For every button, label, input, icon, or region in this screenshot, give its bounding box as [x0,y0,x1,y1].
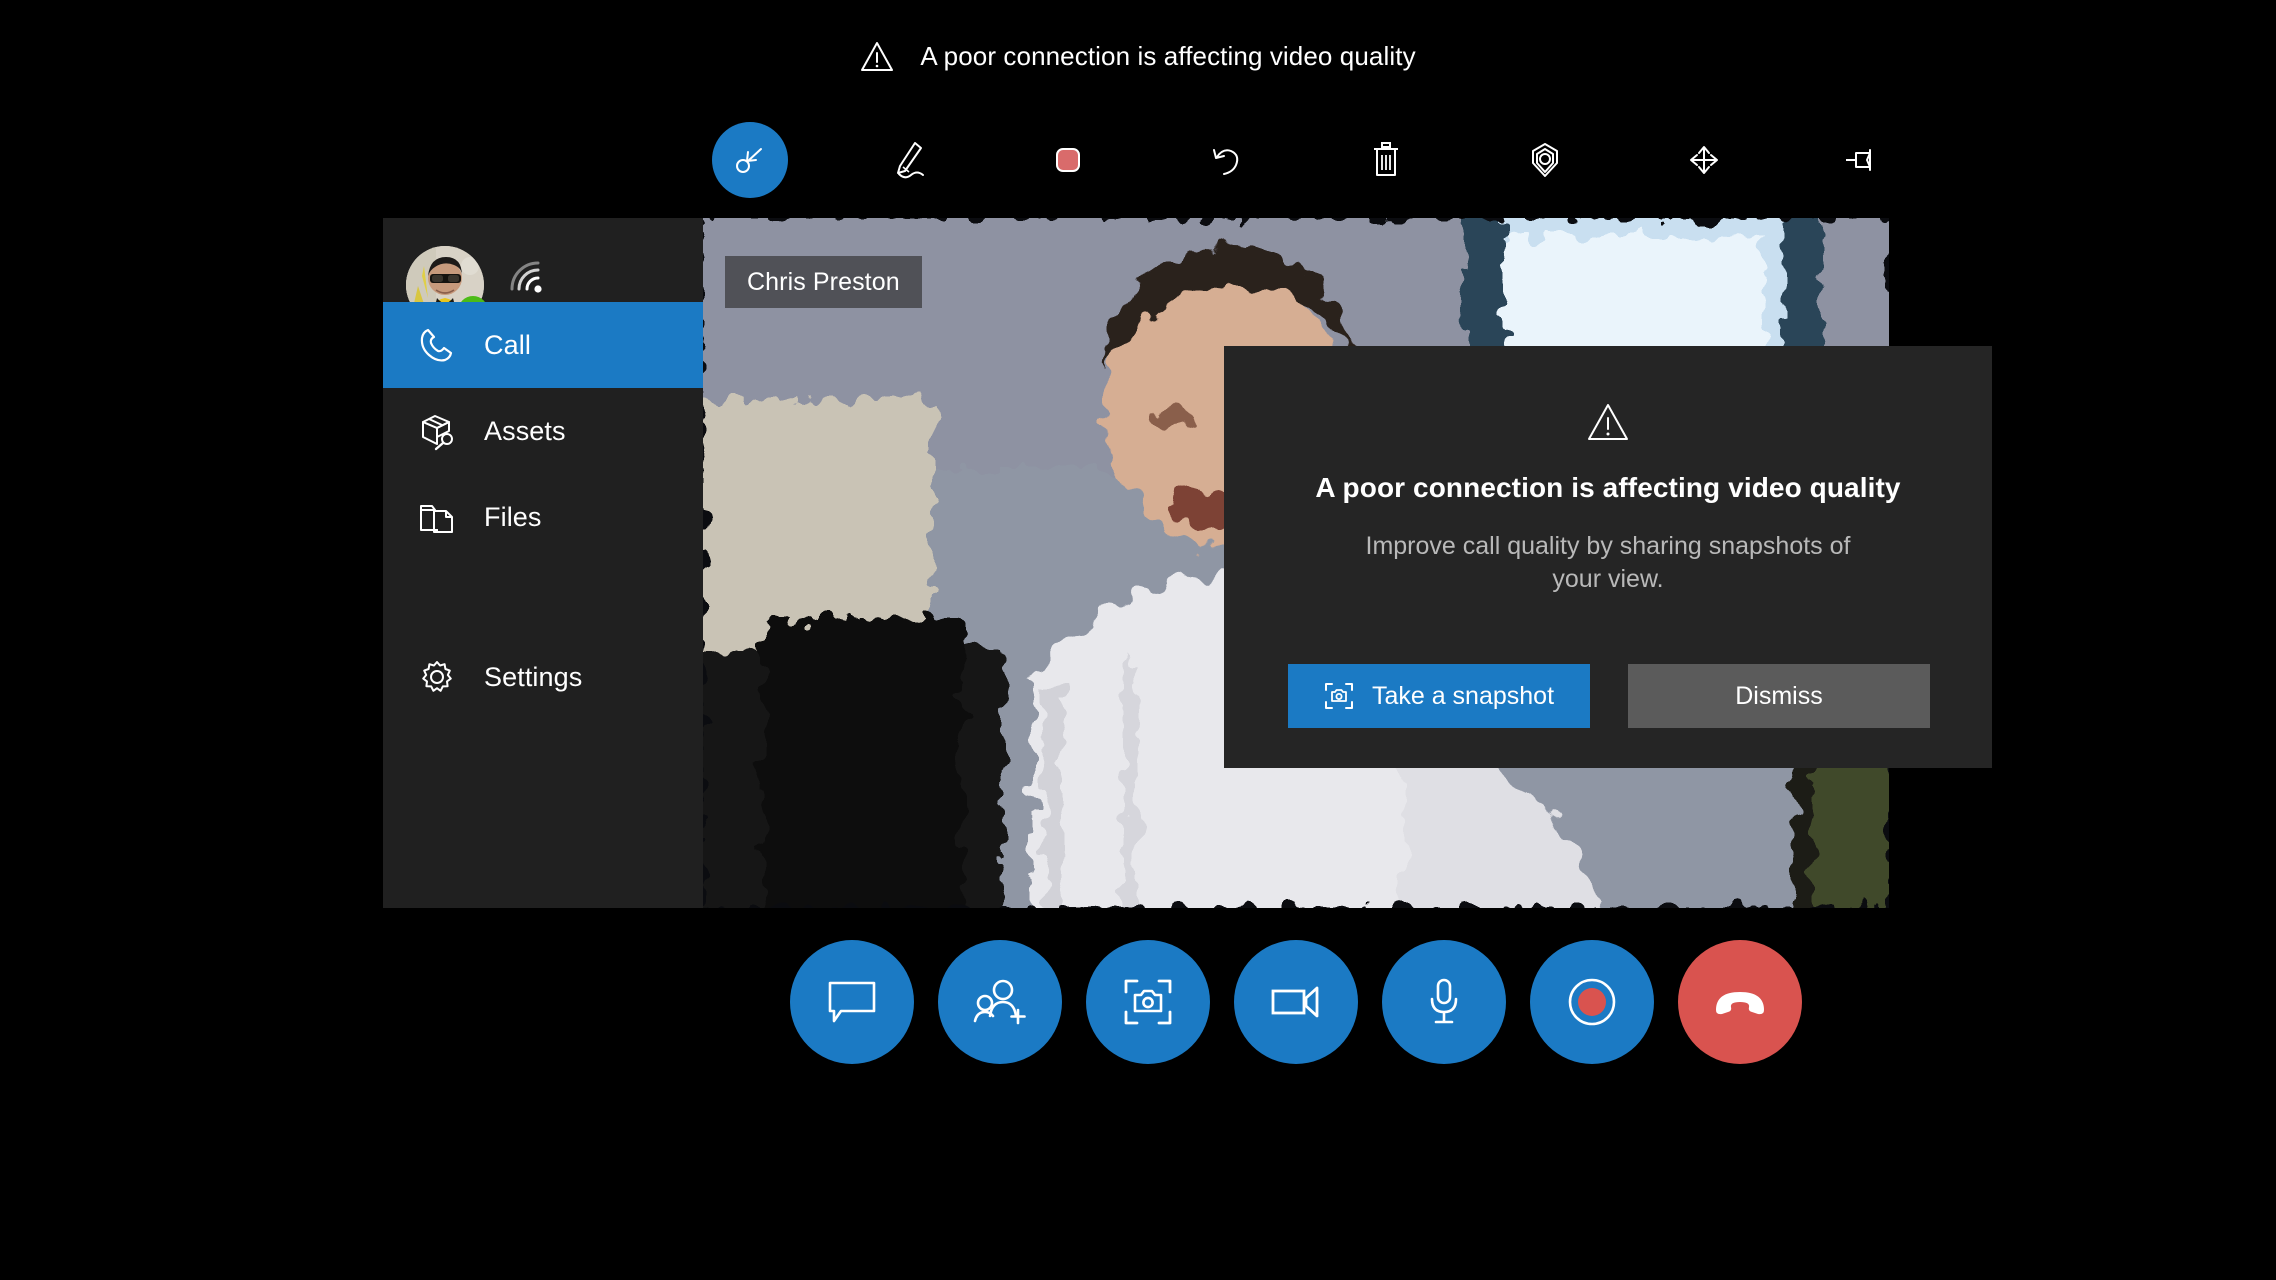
sidebar: Call Assets Files Settings [383,218,703,908]
video-toggle-button[interactable] [1234,940,1358,1064]
collapse-arrow-icon [733,143,767,177]
add-people-button[interactable] [938,940,1062,1064]
dismiss-label: Dismiss [1735,681,1823,710]
tool-select-collapse[interactable] [712,122,788,198]
chat-button[interactable] [790,940,914,1064]
pushpin-icon [1844,146,1882,174]
tool-move[interactable] [1666,122,1742,198]
snapshot-button[interactable] [1086,940,1210,1064]
tool-pin[interactable] [1825,122,1901,198]
hololens-remote-assist-app: A poor connection is affecting video qua… [0,0,2276,1280]
tool-place-marker[interactable] [1507,122,1583,198]
connection-warning-banner: A poor connection is affecting video qua… [0,28,2276,84]
sidebar-item-label: Settings [484,661,583,692]
dialog-actions: Take a snapshot Dismiss [1288,664,1930,728]
pen-icon [891,140,927,180]
sidebar-item-label: Call [484,329,531,360]
camera-frame-icon [1123,978,1173,1026]
call-control-bar [790,940,1802,1064]
trash-icon [1371,142,1401,178]
sidebar-nav: Call Assets Files Settings [383,302,703,720]
dialog-body: Improve call quality by sharing snapshot… [1365,532,1851,594]
sidebar-item-assets[interactable]: Assets [383,388,703,474]
tool-shape[interactable] [1030,122,1106,198]
sidebar-item-files[interactable]: Files [383,474,703,560]
chat-bubble-icon [827,980,877,1024]
take-snapshot-label: Take a snapshot [1371,681,1555,710]
take-snapshot-button[interactable]: Take a snapshot [1288,664,1590,728]
sidebar-item-label: Assets [484,415,566,446]
move-arrows-icon [1687,143,1721,177]
tool-delete[interactable] [1348,122,1424,198]
tool-undo[interactable] [1189,122,1265,198]
sidebar-item-settings[interactable]: Settings [383,634,703,720]
participant-name-chip: Chris Preston [725,256,922,308]
end-call-button[interactable] [1678,940,1802,1064]
camera-frame-icon [1324,682,1354,710]
folder-document-icon [416,496,458,538]
sidebar-item-label: Files [484,501,542,532]
record-icon [1567,977,1617,1027]
location-pin-icon [1527,141,1563,179]
warning-triangle-icon [860,41,894,72]
record-button[interactable] [1530,940,1654,1064]
video-camera-icon [1270,984,1322,1020]
hangup-phone-icon [1712,988,1768,1016]
sidebar-item-call[interactable]: Call [383,302,703,388]
undo-arrow-icon [1210,143,1244,177]
box-wrench-icon [416,410,458,452]
microphone-toggle-button[interactable] [1382,940,1506,1064]
signal-strength-icon [510,261,545,294]
dismiss-button[interactable]: Dismiss [1628,664,1930,728]
tool-ink[interactable] [871,122,947,198]
microphone-icon [1426,977,1462,1027]
gear-icon [416,656,458,698]
add-person-icon [973,979,1027,1025]
annotation-toolbar [712,122,1871,198]
phone-icon [416,324,458,366]
dialog-title: A poor connection is affecting video qua… [1315,472,1901,503]
warning-triangle-icon [1586,402,1630,442]
participant-name: Chris Preston [747,267,900,296]
banner-text: A poor connection is affecting video qua… [920,40,1416,71]
rounded-square-icon [1051,143,1085,177]
